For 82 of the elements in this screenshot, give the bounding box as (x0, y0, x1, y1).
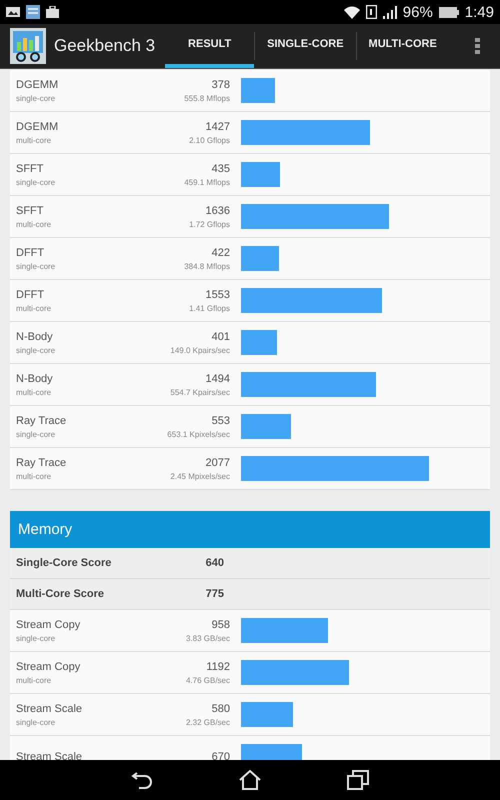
benchmark-score: 378 (212, 78, 230, 90)
back-icon[interactable] (131, 771, 153, 789)
benchmark-name: Ray Trace (16, 414, 68, 426)
core-mode: single-core (16, 718, 56, 726)
battery-percent: 96% (402, 4, 433, 20)
core-mode: multi-core (16, 304, 52, 312)
benchmark-score: 553 (212, 414, 230, 426)
benchmark-score: 580 (212, 702, 230, 714)
benchmark-name: Stream Copy (16, 660, 82, 672)
throughput: 3.83 GB/sec (186, 634, 230, 642)
benchmark-score: 1427 (206, 120, 230, 132)
section-header: Memory (10, 511, 490, 548)
benchmark-name: Ray Trace (16, 456, 68, 468)
throughput: 459.1 Mflops (184, 178, 230, 186)
benchmark-score: 1636 (206, 204, 230, 216)
throughput: 1.72 Gflops (189, 220, 230, 228)
image-icon (6, 7, 20, 17)
throughput: 149.0 Kpairs/sec (170, 346, 230, 354)
score-bar (241, 414, 292, 439)
signal-icon (382, 6, 397, 18)
core-mode: single-core (16, 262, 56, 270)
benchmark-score: 401 (212, 330, 230, 342)
core-mode: single-core (16, 430, 56, 438)
benchmark-name: N-Body (16, 372, 54, 384)
throughput: 653.1 Kpixels/sec (167, 430, 230, 438)
benchmark-score: 1553 (206, 288, 230, 300)
recent-apps-icon[interactable] (347, 770, 369, 790)
score-label: Multi-Core Score (16, 588, 106, 600)
score-label: Single-Core Score (16, 557, 112, 569)
benchmark-name: SFFT (16, 162, 44, 174)
battery-icon (438, 6, 459, 18)
core-mode: multi-core (16, 472, 52, 480)
score-bar (241, 246, 280, 271)
throughput: 2.45 Mpixels/sec (170, 472, 230, 480)
briefcase-icon (46, 6, 59, 18)
benchmark-name: Stream Copy (16, 618, 82, 630)
throughput: 2.10 Gflops (189, 136, 230, 144)
core-mode: multi-core (16, 676, 52, 684)
benchmark-score: 958 (212, 618, 230, 630)
benchmark-score: 1192 (206, 660, 230, 672)
core-mode: single-core (16, 634, 56, 642)
benchmark-name: Stream Scale (16, 702, 84, 714)
benchmark-name: SFFT (16, 204, 44, 216)
core-mode: multi-core (16, 136, 52, 144)
benchmark-score: 2077 (206, 456, 230, 468)
home-icon[interactable] (239, 770, 261, 790)
score-bar (241, 162, 280, 187)
benchmark-name: Stream Scale (16, 750, 84, 760)
benchmark-score: 422 (212, 246, 230, 258)
benchmark-name: DFFT (16, 288, 46, 300)
benchmark-name: N-Body (16, 330, 54, 342)
tab[interactable]: MULTI-CORE (356, 24, 449, 68)
benchmark-name: DFFT (16, 246, 46, 258)
app-title: Geekbench 3 (54, 36, 156, 56)
app-icon (26, 5, 40, 19)
clock: 1:49 (464, 4, 494, 20)
benchmark-name: DGEMM (16, 78, 60, 90)
throughput: 554.7 Kpairs/sec (170, 388, 230, 396)
benchmark-score: 670 (212, 750, 230, 760)
score-bar (241, 330, 278, 355)
throughput: 2.32 GB/sec (186, 718, 230, 726)
core-mode: multi-core (16, 388, 52, 396)
throughput: 1.41 Gflops (189, 304, 230, 312)
tab[interactable]: SINGLE-CORE (255, 24, 356, 68)
score-bar (241, 78, 276, 103)
wifi-icon (344, 6, 360, 18)
throughput: 384.8 Mflops (184, 262, 230, 270)
benchmark-score: 1494 (206, 372, 230, 384)
core-mode: single-core (16, 94, 56, 102)
overflow-menu-icon[interactable] (475, 38, 480, 54)
benchmark-name: DGEMM (16, 120, 60, 132)
core-mode: single-core (16, 178, 56, 186)
core-mode: multi-core (16, 220, 52, 228)
throughput: 4.76 GB/sec (186, 676, 230, 684)
sim-icon (366, 5, 377, 19)
benchmark-score: 435 (212, 162, 230, 174)
score-value: 775 (206, 588, 224, 600)
score-bar (241, 702, 294, 727)
throughput: 555.8 Mflops (184, 94, 230, 102)
score-value: 640 (206, 557, 224, 569)
app-logo-icon (10, 28, 46, 64)
core-mode: single-core (16, 346, 56, 354)
